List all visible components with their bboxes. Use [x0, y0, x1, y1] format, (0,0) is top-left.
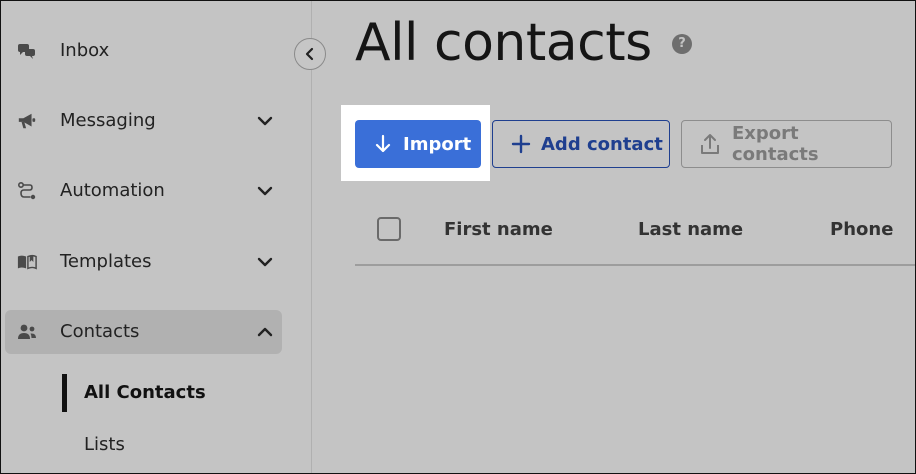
add-contact-button-label: Add contact: [541, 133, 663, 155]
arrow-down-icon: [375, 134, 391, 153]
sidebar-item-contacts[interactable]: Contacts: [5, 310, 282, 354]
megaphone-icon: [17, 111, 37, 131]
chevron-down-icon[interactable]: [255, 252, 275, 272]
collapse-sidebar-button[interactable]: [294, 38, 326, 70]
import-button[interactable]: Import: [355, 120, 481, 168]
book-icon: [17, 252, 37, 272]
sidebar-subitem-lists[interactable]: Lists: [84, 434, 125, 456]
chevron-left-icon: [305, 47, 314, 61]
sidebar-item-label: Contacts: [60, 321, 140, 342]
sidebar-item-inbox[interactable]: Inbox: [5, 29, 282, 73]
people-icon: [17, 322, 37, 342]
active-indicator: [62, 374, 67, 412]
sidebar: Inbox Messaging Automation Templates Con…: [0, 0, 312, 474]
sidebar-item-label: Automation: [60, 180, 165, 201]
help-icon[interactable]: ?: [672, 34, 692, 54]
chevron-up-icon[interactable]: [255, 322, 275, 342]
sidebar-item-templates[interactable]: Templates: [5, 240, 282, 284]
chevron-down-icon[interactable]: [255, 181, 275, 201]
export-contacts-button[interactable]: Export contacts: [681, 120, 892, 168]
sidebar-item-automation[interactable]: Automation: [5, 169, 282, 213]
page-title: All contacts: [355, 13, 652, 73]
upload-icon: [701, 134, 719, 154]
column-header-phone[interactable]: Phone: [830, 219, 893, 241]
column-header-last-name[interactable]: Last name: [638, 219, 743, 241]
table-header-divider: [355, 264, 916, 266]
sidebar-item-label: Messaging: [60, 110, 156, 131]
workflow-icon: [17, 181, 37, 201]
select-all-checkbox[interactable]: [377, 217, 401, 241]
chat-bubbles-icon: [17, 41, 37, 61]
sidebar-item-label: Templates: [60, 251, 152, 272]
sidebar-subitem-all-contacts[interactable]: All Contacts: [84, 382, 206, 404]
sidebar-item-label: Inbox: [60, 40, 110, 61]
sidebar-item-messaging[interactable]: Messaging: [5, 99, 282, 143]
chevron-down-icon[interactable]: [255, 111, 275, 131]
column-header-first-name[interactable]: First name: [444, 219, 553, 241]
import-button-label: Import: [403, 133, 472, 155]
export-contacts-button-label: Export contacts: [732, 123, 819, 165]
add-contact-button[interactable]: Add contact: [492, 120, 670, 168]
plus-icon: [511, 134, 531, 154]
